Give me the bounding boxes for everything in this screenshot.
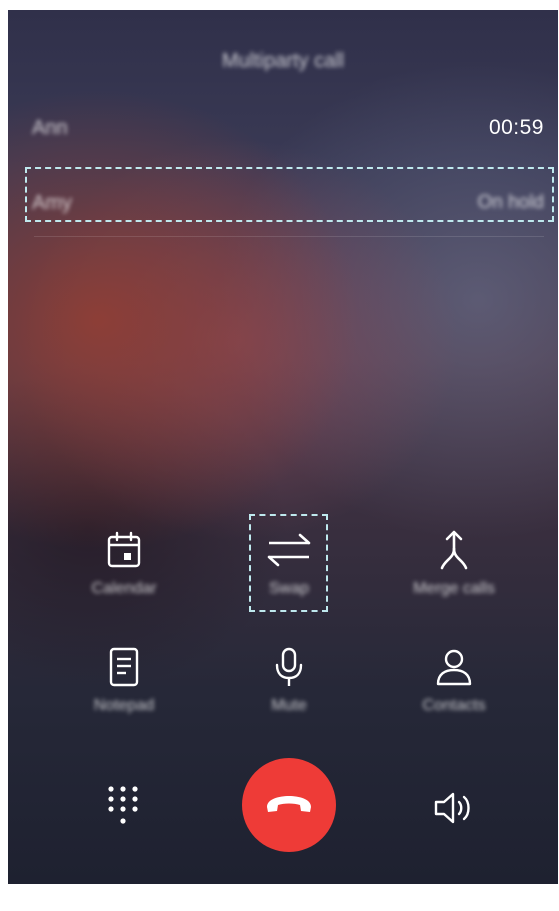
end-call-button[interactable] xyxy=(242,758,336,852)
mute-button[interactable]: Mute xyxy=(224,647,354,715)
active-call-row[interactable]: Ann 00:59 xyxy=(32,113,544,143)
microphone-icon xyxy=(275,647,303,686)
calendar-icon xyxy=(107,531,141,568)
mute-label: Mute xyxy=(271,697,307,714)
phone-hangup-icon xyxy=(267,796,311,812)
notepad-button[interactable]: Notepad xyxy=(59,647,189,715)
speaker-icon[interactable] xyxy=(433,791,477,825)
calendar-button[interactable]: Calendar xyxy=(59,530,189,598)
calendar-label: Calendar xyxy=(91,580,157,597)
merge-calls-button[interactable]: Merge calls xyxy=(389,530,519,598)
person-icon xyxy=(436,649,472,686)
notepad-label: Notepad xyxy=(93,697,155,714)
contacts-button[interactable]: Contacts xyxy=(389,647,519,715)
notepad-icon xyxy=(109,647,139,687)
call-timer: 00:59 xyxy=(488,116,544,139)
call-title: Multiparty call xyxy=(221,50,345,72)
divider xyxy=(34,236,544,237)
active-caller-name: Ann xyxy=(32,116,68,139)
held-call-highlight xyxy=(25,167,554,222)
dialpad-icon[interactable] xyxy=(105,784,141,828)
contacts-label: Contacts xyxy=(422,697,486,714)
swap-highlight xyxy=(249,514,328,612)
merge-calls-label: Merge calls xyxy=(413,580,495,597)
merge-arrow-icon xyxy=(440,530,468,570)
call-screen: Multiparty call Ann 00:59 Amy On hold Ca… xyxy=(8,10,558,884)
